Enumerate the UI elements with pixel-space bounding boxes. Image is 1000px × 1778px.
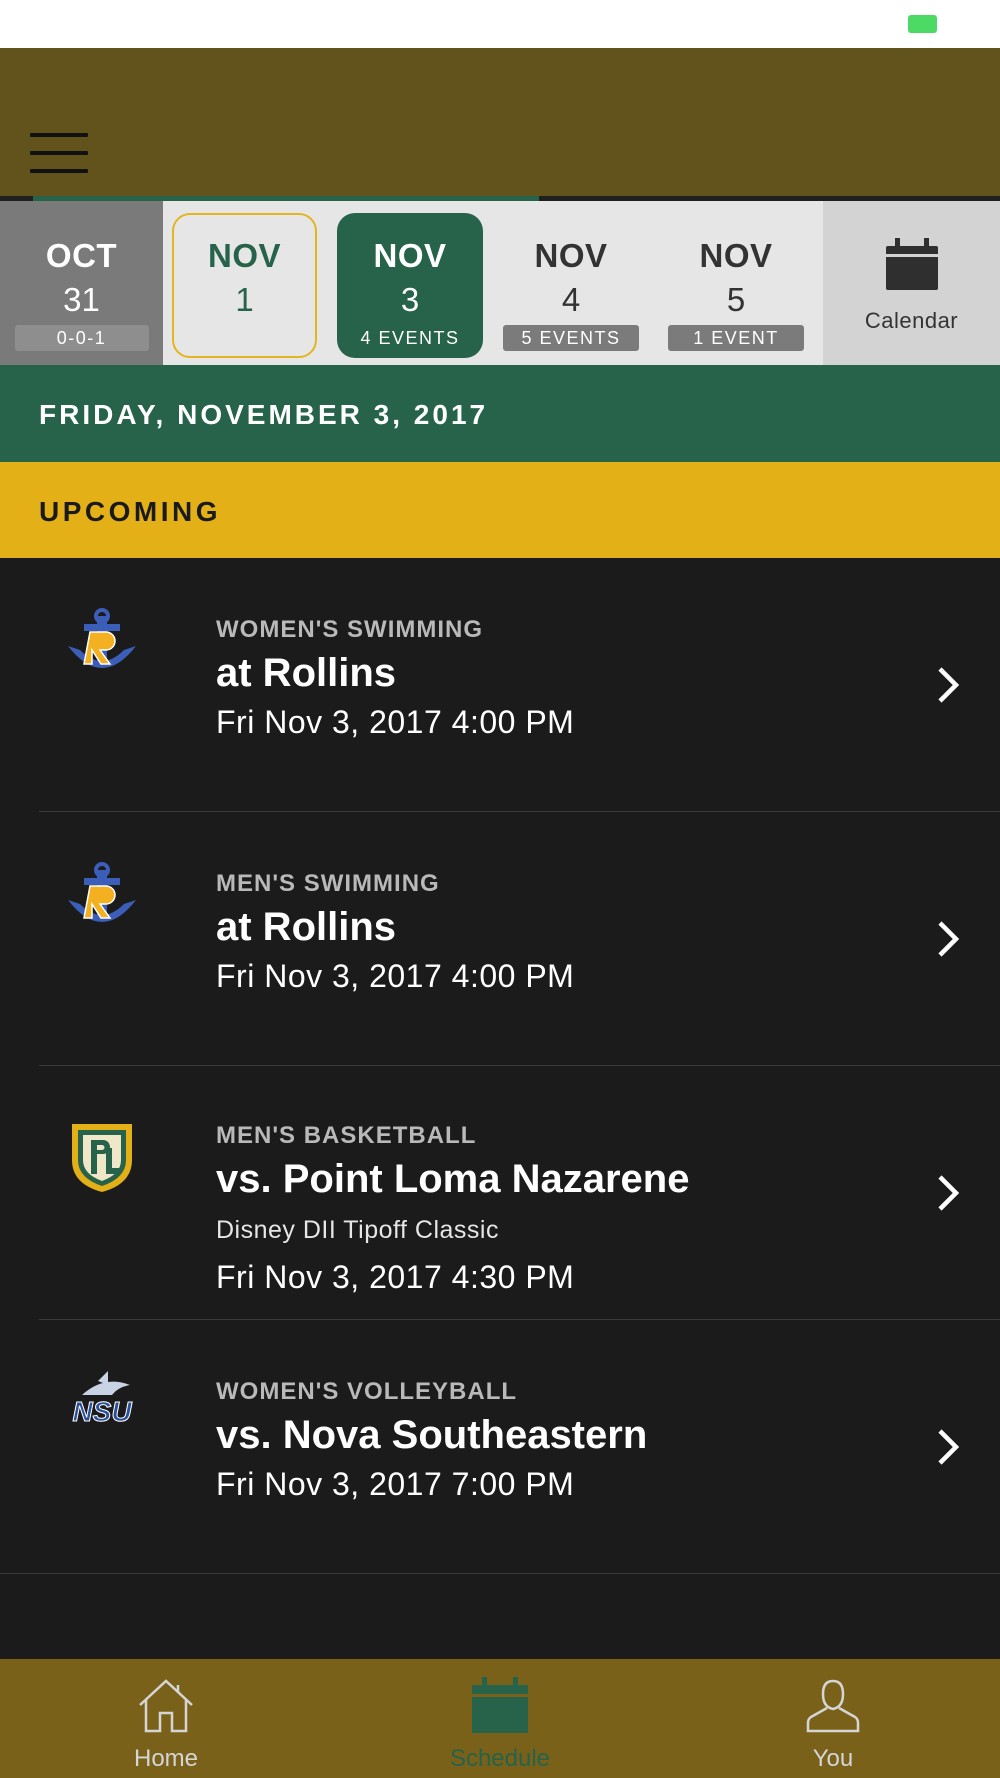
date-cell-nov-5[interactable]: NOV 5 1 EVENT	[665, 201, 807, 365]
tab-label: You	[812, 1745, 854, 1772]
date-month: NOV	[373, 237, 447, 274]
event-sport: WOMEN'S SWIMMING	[216, 616, 484, 643]
section-title: UPCOMING	[39, 496, 221, 527]
event-row[interactable]: NSU WOMEN'S VOLLEYBALL vs. Nova Southeas…	[0, 1320, 1000, 1574]
chevron-right-icon	[938, 1175, 960, 1211]
calendar-icon	[885, 238, 938, 290]
date-strip: OCT 31 0-0-1 NOV 1 NOV 3 4 EVENTS NOV 4 …	[0, 201, 1000, 365]
calendar-label: Calendar	[864, 308, 959, 333]
date-cell-oct-31[interactable]: OCT 31 0-0-1	[0, 201, 163, 365]
date-month: NOV	[699, 237, 773, 274]
event-list: WOMEN'S SWIMMING at Rollins Fri Nov 3, 2…	[0, 558, 1000, 1574]
event-opponent: at Rollins	[216, 905, 397, 949]
chevron-right-icon	[938, 667, 960, 703]
date-month: NOV	[534, 237, 608, 274]
event-row[interactable]: MEN'S SWIMMING at Rollins Fri Nov 3, 201…	[0, 812, 1000, 1066]
date-day: 4	[561, 281, 581, 318]
date-day: 3	[400, 281, 420, 318]
nsu-shark-logo: NSU	[72, 1371, 133, 1428]
event-datetime: Fri Nov 3, 2017 4:00 PM	[216, 958, 575, 994]
point-loma-shield-logo	[72, 1124, 132, 1192]
event-datetime: Fri Nov 3, 2017 4:00 PM	[216, 704, 575, 740]
selected-day-banner: FRIDAY, NOVEMBER 3, 2017	[0, 365, 1000, 462]
date-day: 5	[726, 281, 746, 318]
person-icon	[806, 1679, 860, 1733]
tab-label: Schedule	[449, 1745, 551, 1772]
date-month: OCT	[45, 237, 118, 274]
event-row[interactable]: MEN'S BASKETBALL vs. Point Loma Nazarene…	[0, 1066, 1000, 1320]
app-header	[0, 48, 1000, 201]
event-datetime: Fri Nov 3, 2017 4:30 PM	[216, 1259, 575, 1295]
rollins-anchor-logo	[68, 608, 136, 668]
svg-text:NSU: NSU	[72, 1396, 132, 1427]
event-sport: WOMEN'S VOLLEYBALL	[216, 1378, 518, 1405]
date-day: 1	[235, 281, 254, 318]
upcoming-section-header: UPCOMING	[0, 462, 1000, 558]
tab-you[interactable]: You	[733, 1659, 933, 1778]
date-cell-nov-4[interactable]: NOV 4 5 EVENTS	[500, 201, 642, 365]
chevron-right-icon	[938, 1429, 960, 1465]
calendar-button[interactable]: Calendar	[823, 201, 1000, 365]
event-sport: MEN'S BASKETBALL	[216, 1122, 477, 1149]
event-opponent: at Rollins	[216, 651, 397, 695]
chevron-right-icon	[938, 921, 960, 957]
selected-day-text: FRIDAY, NOVEMBER 3, 2017	[39, 399, 489, 430]
date-cell-nov-3-selected[interactable]: NOV 3 4 EVENTS	[337, 213, 483, 358]
event-sport: MEN'S SWIMMING	[216, 870, 440, 897]
tab-home[interactable]: Home	[66, 1659, 266, 1778]
event-opponent: vs. Nova Southeastern	[216, 1413, 648, 1457]
tab-bar: Home Schedule You	[0, 1659, 1000, 1778]
date-month: NOV	[207, 237, 281, 274]
tab-label: Home	[133, 1745, 199, 1772]
battery-icon	[908, 15, 937, 33]
event-datetime: Fri Nov 3, 2017 7:00 PM	[216, 1466, 575, 1502]
calendar-icon	[472, 1677, 528, 1733]
event-count-badge: 4 EVENTS	[360, 328, 460, 348]
tab-schedule[interactable]: Schedule	[400, 1659, 600, 1778]
event-subtitle: Disney DII Tipoff Classic	[216, 1216, 499, 1244]
event-count-badge: 1 EVENT	[668, 325, 804, 351]
rollins-anchor-logo	[68, 862, 136, 922]
status-bar	[0, 0, 1000, 48]
event-count-badge: 5 EVENTS	[503, 325, 639, 351]
date-cell-nov-1[interactable]: NOV 1	[172, 213, 317, 358]
date-day: 31	[63, 281, 100, 318]
record-badge: 0-0-1	[14, 325, 149, 351]
event-row[interactable]: WOMEN'S SWIMMING at Rollins Fri Nov 3, 2…	[0, 558, 1000, 812]
event-opponent: vs. Point Loma Nazarene	[216, 1157, 690, 1201]
home-icon	[139, 1679, 193, 1733]
hamburger-menu-icon[interactable]	[30, 133, 88, 173]
